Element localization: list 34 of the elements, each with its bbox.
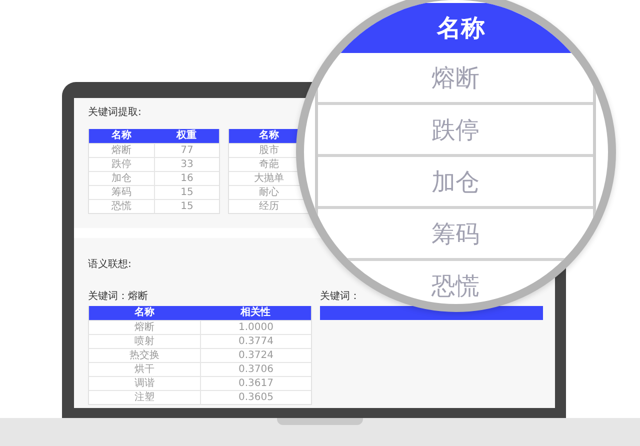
table-cell: 加仓 (318, 157, 593, 209)
table-cell: 注塑 (89, 390, 200, 404)
table-cell: 15 (154, 199, 219, 213)
keyword-label: 关键词：熔断 (88, 290, 148, 304)
table-cell: 16 (154, 171, 219, 185)
table-cell: 1.0000 (200, 320, 311, 334)
table-cell: 熔断 (318, 53, 593, 105)
table-cell: 加仓 (89, 171, 154, 185)
table-cell: 跌停 (89, 157, 154, 171)
table-cell: 调谐 (89, 376, 200, 390)
table-cell: 烘干 (89, 362, 200, 376)
table-cell: 0.3706 (200, 362, 311, 376)
table-cell: 77 (154, 143, 219, 157)
table-header-cell: 名称 (89, 129, 154, 143)
table-cell: 筹码 (318, 209, 593, 261)
table-cell: 热交换 (89, 348, 200, 362)
table-cell: 0.3605 (200, 390, 311, 404)
section-title: 语义联想: (88, 258, 132, 272)
table-header-cell: 相关性 (200, 306, 311, 320)
table-header-cell: 名称 (89, 306, 200, 320)
keyword-label: 关键词： (320, 290, 360, 304)
table-cell: 0.3617 (200, 376, 311, 390)
table-cell: 0.3774 (200, 334, 311, 348)
table-cell: 33 (154, 157, 219, 171)
table-cell: 恐慌 (89, 199, 154, 213)
table-cell: 15 (154, 185, 219, 199)
table-cell: 熔断 (89, 143, 154, 157)
table-cell: 跌停 (318, 105, 593, 157)
table-cell: 筹码 (89, 185, 154, 199)
table-cell: 熔断 (89, 320, 200, 334)
table-header-cell: 权重 (154, 129, 219, 143)
section-title: 关键词提取: (88, 106, 142, 120)
table-cell: 0.3724 (200, 348, 311, 362)
table-cell: 喷射 (89, 334, 200, 348)
